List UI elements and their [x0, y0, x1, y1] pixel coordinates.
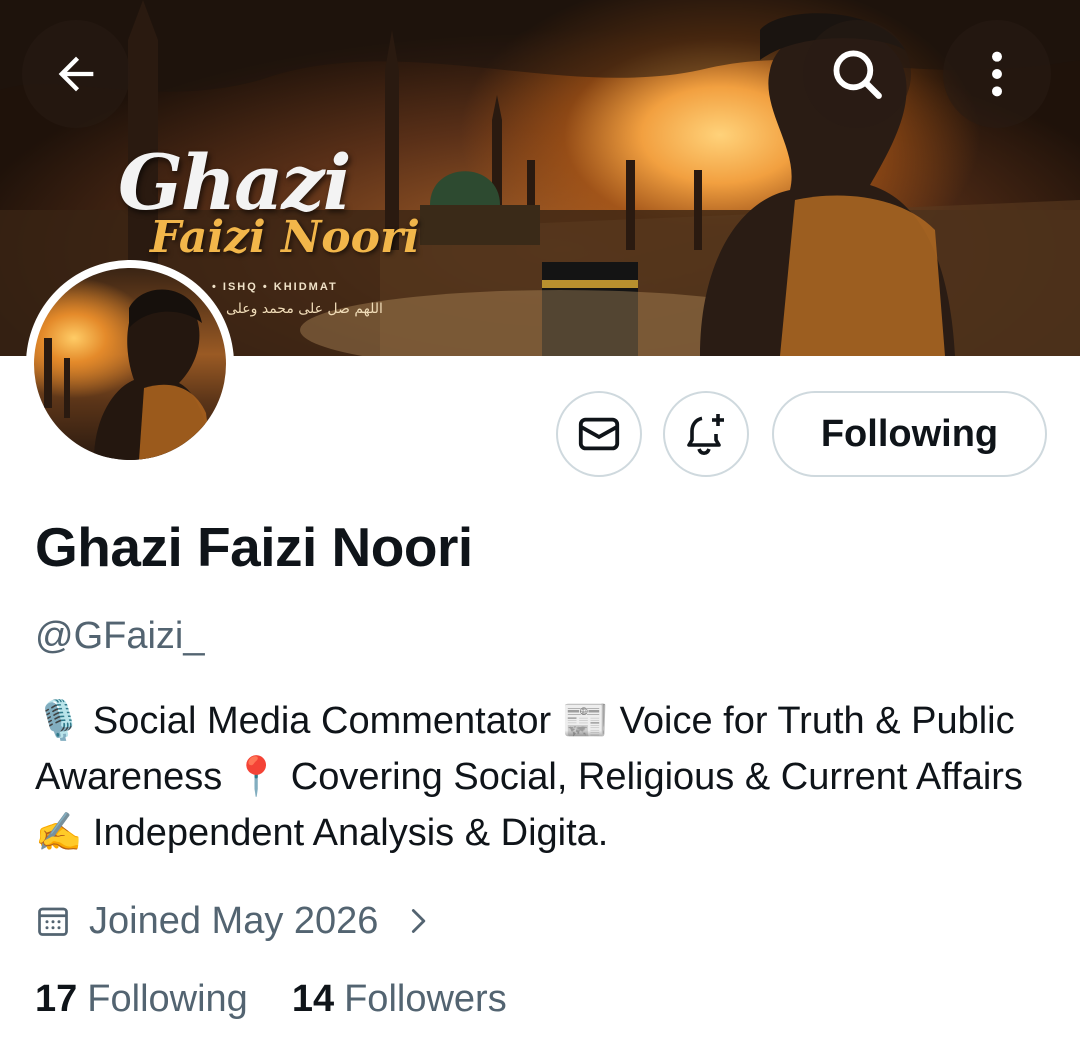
follow-stats: 17 Following 14 Followers — [35, 978, 551, 1021]
microphone-emoji: 🎙️ — [35, 698, 83, 742]
bio-text: Independent Analysis & Digita. — [82, 812, 609, 854]
followers-label: Followers — [344, 978, 507, 1020]
bell-plus-icon — [687, 414, 724, 456]
more-options-button[interactable] — [943, 20, 1051, 128]
calendar-icon — [38, 907, 68, 936]
bio-text: Social Media Commentator — [82, 700, 562, 742]
pin-emoji: 📍 — [232, 754, 281, 798]
banner-tagline: • ISHQ • KHIDMAT — [212, 281, 338, 293]
chevron-right-icon — [412, 909, 426, 933]
search-icon — [833, 50, 882, 99]
banner-title-line2: Faizi Noori — [150, 212, 420, 263]
mail-icon — [578, 417, 620, 451]
user-handle: @GFaizi_ — [35, 615, 205, 657]
more-vertical-icon — [992, 51, 1002, 97]
joined-date-text: Joined May 2026 — [89, 899, 379, 942]
display-name: Ghazi Faizi Noori — [35, 516, 473, 578]
bio-text: Covering Social, Religious & Current Aff… — [280, 756, 1023, 798]
avatar[interactable] — [26, 260, 234, 468]
banner-arabic-text: اللهم صل على محمد وعلى — [226, 301, 383, 317]
message-button[interactable] — [556, 391, 642, 477]
followers-count: 14 — [291, 978, 335, 1020]
following-count-link[interactable]: 17 Following — [35, 978, 248, 1021]
following-label: Following — [87, 978, 248, 1020]
back-button[interactable] — [22, 20, 130, 128]
joined-date-row[interactable]: Joined May 2026 — [35, 893, 432, 949]
notifications-button[interactable] — [663, 391, 749, 477]
search-button[interactable] — [803, 20, 911, 128]
arrow-left-icon — [58, 56, 94, 92]
following-count: 17 — [35, 978, 78, 1020]
avatar-image — [34, 268, 226, 460]
profile-bio: 🎙️ Social Media Commentator 📰 Voice for … — [35, 693, 1045, 861]
followers-count-link[interactable]: 14 Followers — [292, 978, 507, 1021]
writing-hand-emoji: ✍️ — [35, 810, 83, 854]
following-button[interactable]: Following — [772, 391, 1047, 477]
newspaper-emoji: 📰 — [561, 698, 610, 742]
